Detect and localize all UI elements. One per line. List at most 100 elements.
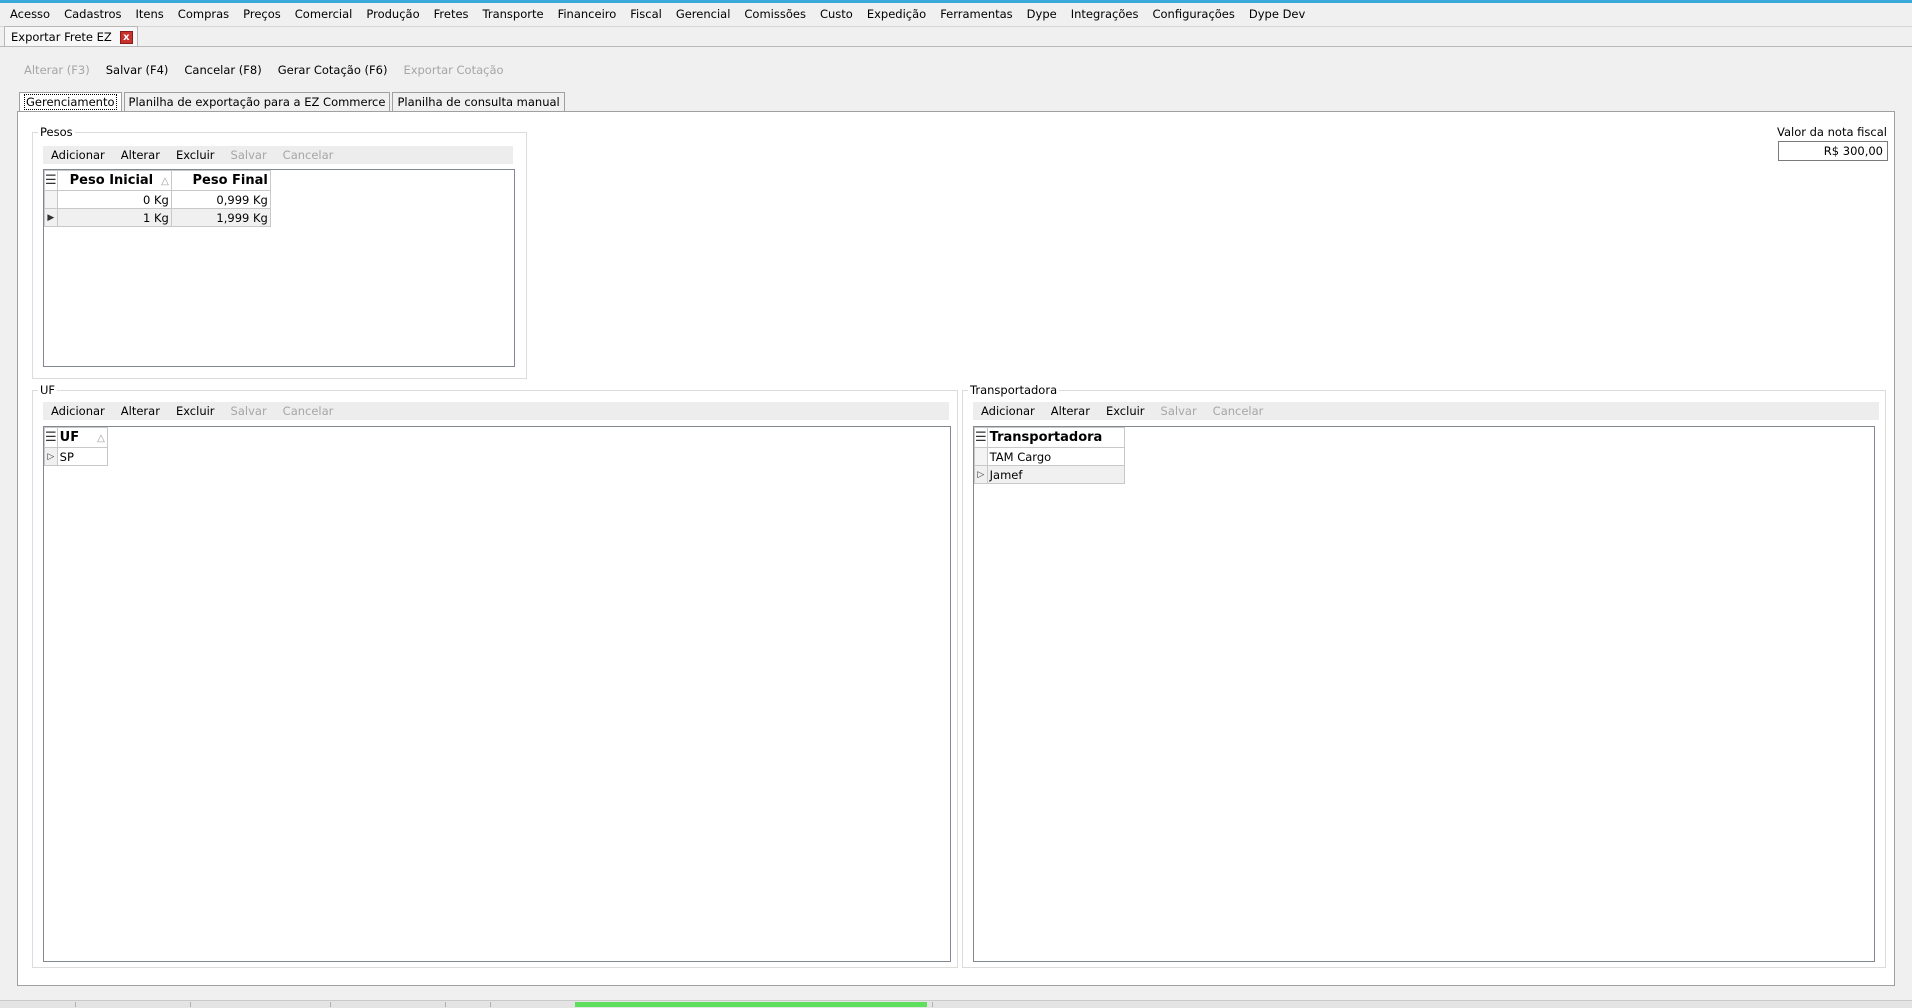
row-indicator: [44, 190, 58, 209]
menu-acesso[interactable]: Acesso: [3, 4, 57, 24]
menu-dype[interactable]: Dype: [1020, 4, 1064, 24]
transportadora-cancelar-button[interactable]: Cancelar: [1205, 402, 1272, 420]
tab-planilha-consulta[interactable]: Planilha de consulta manual: [392, 92, 565, 111]
menu-expedicao[interactable]: Expedição: [860, 4, 933, 24]
gerenciamento-panel: Pesos Adicionar Alterar Excluir Salvar C…: [17, 111, 1895, 986]
menu-gerencial[interactable]: Gerencial: [669, 4, 738, 24]
peso-inicial-header-label: Peso Inicial: [69, 173, 154, 188]
menu-transporte[interactable]: Transporte: [476, 4, 551, 24]
tab-gerenciamento-label: Gerenciamento: [24, 94, 117, 110]
menu-configuracoes[interactable]: Configurações: [1145, 4, 1241, 24]
document-tab-divider: [0, 46, 1912, 47]
menu-comercial[interactable]: Comercial: [288, 4, 360, 24]
grid-options-icon[interactable]: ☰: [44, 170, 58, 191]
valor-nota-fiscal-label: Valor da nota fiscal: [1777, 125, 1887, 139]
pesos-title: Pesos: [38, 124, 75, 140]
transportadora-alterar-button[interactable]: Alterar: [1043, 402, 1098, 420]
exportar-cotacao-button[interactable]: Exportar Cotação: [395, 61, 511, 79]
pesos-subbar: Adicionar Alterar Excluir Salvar Cancela…: [43, 146, 513, 164]
uf-adicionar-button[interactable]: Adicionar: [43, 402, 113, 420]
column-header-uf[interactable]: UF △: [56, 427, 108, 448]
document-tab-exportar-frete[interactable]: Exportar Frete EZ x: [4, 26, 138, 47]
window-top-strip: [0, 0, 1912, 3]
table-row[interactable]: ▶ 1 Kg 1,999 Kg: [44, 208, 271, 227]
status-segment: [75, 1002, 76, 1007]
transportadora-adicionar-button[interactable]: Adicionar: [973, 402, 1043, 420]
salvar-button[interactable]: Salvar (F4): [98, 61, 177, 79]
status-segment: [190, 1002, 191, 1007]
transportadora-excluir-button[interactable]: Excluir: [1098, 402, 1153, 420]
peso-final-cell[interactable]: 1,999 Kg: [170, 208, 271, 227]
sort-ascending-icon: △: [97, 433, 105, 444]
alterar-button[interactable]: Alterar (F3): [16, 61, 98, 79]
uf-excluir-button[interactable]: Excluir: [168, 402, 223, 420]
table-row[interactable]: TAM Cargo: [974, 447, 1125, 466]
transportadora-group: Transportadora Adicionar Alterar Excluir…: [962, 382, 1886, 968]
table-row[interactable]: ▷ SP: [44, 447, 108, 466]
menu-fiscal[interactable]: Fiscal: [623, 4, 669, 24]
uf-cell[interactable]: SP: [56, 447, 108, 466]
grid-options-icon[interactable]: ☰: [974, 427, 988, 448]
transportadora-subbar: Adicionar Alterar Excluir Salvar Cancela…: [973, 402, 1879, 420]
transportadora-cell[interactable]: Jamef: [986, 465, 1125, 484]
pesos-salvar-button[interactable]: Salvar: [223, 146, 275, 164]
menu-financeiro[interactable]: Financeiro: [551, 4, 624, 24]
pesos-alterar-button[interactable]: Alterar: [113, 146, 168, 164]
column-header-peso-final[interactable]: Peso Final: [170, 170, 271, 191]
menu-dype-dev[interactable]: Dype Dev: [1242, 4, 1312, 24]
menu-precos[interactable]: Preços: [236, 4, 288, 24]
transportadora-title: Transportadora: [968, 382, 1060, 398]
gerar-cotacao-button[interactable]: Gerar Cotação (F6): [270, 61, 396, 79]
uf-header-label: UF: [59, 430, 80, 445]
close-icon[interactable]: x: [119, 30, 133, 44]
cancelar-button[interactable]: Cancelar (F8): [176, 61, 269, 79]
transportadora-grid[interactable]: ☰ Transportadora TAM Cargo ▷ Jamef: [973, 426, 1875, 962]
uf-salvar-button[interactable]: Salvar: [223, 402, 275, 420]
column-header-peso-inicial[interactable]: Peso Inicial △: [56, 170, 172, 191]
uf-title: UF: [38, 382, 58, 398]
menu-custo[interactable]: Custo: [813, 4, 860, 24]
tab-planilha-exportacao[interactable]: Planilha de exportação para a EZ Commerc…: [123, 92, 391, 111]
pesos-adicionar-button[interactable]: Adicionar: [43, 146, 113, 164]
transportadora-table: ☰ Transportadora TAM Cargo ▷ Jamef: [974, 427, 1125, 484]
current-row-icon: ▶: [44, 208, 58, 227]
menu-itens[interactable]: Itens: [129, 4, 171, 24]
valor-nota-fiscal-field[interactable]: R$ 300,00: [1778, 141, 1888, 161]
transportadora-salvar-button[interactable]: Salvar: [1153, 402, 1205, 420]
peso-inicial-cell[interactable]: 0 Kg: [56, 190, 172, 209]
table-row[interactable]: ▷ Jamef: [974, 465, 1125, 484]
status-segment: [932, 1002, 933, 1007]
progress-bar: [575, 1002, 927, 1007]
column-header-transportadora[interactable]: Transportadora: [986, 427, 1125, 448]
menu-comissoes[interactable]: Comissões: [737, 4, 813, 24]
sort-ascending-icon: △: [161, 176, 169, 187]
current-row-icon: ▷: [974, 465, 988, 484]
menu-compras[interactable]: Compras: [171, 4, 236, 24]
menu-cadastros[interactable]: Cadastros: [57, 4, 128, 24]
status-segment: [445, 1002, 446, 1007]
peso-final-cell[interactable]: 0,999 Kg: [170, 190, 271, 209]
pesos-table: ☰ Peso Inicial △ Peso Final 0 Kg 0,999 Kg…: [44, 170, 271, 227]
menu-producao[interactable]: Produção: [359, 4, 426, 24]
transportadora-cell[interactable]: TAM Cargo: [986, 447, 1125, 466]
menu-integracoes[interactable]: Integrações: [1064, 4, 1146, 24]
status-segment: [490, 1002, 491, 1007]
peso-inicial-cell[interactable]: 1 Kg: [56, 208, 172, 227]
grid-options-icon[interactable]: ☰: [44, 427, 58, 448]
pesos-grid[interactable]: ☰ Peso Inicial △ Peso Final 0 Kg 0,999 Kg…: [43, 169, 515, 367]
status-segment: [330, 1002, 331, 1007]
tab-strip: Gerenciamento Planilha de exportação par…: [19, 92, 567, 112]
uf-group: UF Adicionar Alterar Excluir Salvar Canc…: [32, 382, 958, 968]
uf-table: ☰ UF △ ▷ SP: [44, 427, 108, 466]
pesos-excluir-button[interactable]: Excluir: [168, 146, 223, 164]
pesos-group: Pesos Adicionar Alterar Excluir Salvar C…: [32, 124, 527, 379]
menu-fretes[interactable]: Fretes: [427, 4, 476, 24]
menu-ferramentas[interactable]: Ferramentas: [933, 4, 1019, 24]
uf-alterar-button[interactable]: Alterar: [113, 402, 168, 420]
pesos-cancelar-button[interactable]: Cancelar: [275, 146, 342, 164]
tab-gerenciamento[interactable]: Gerenciamento: [19, 92, 122, 112]
current-row-icon: ▷: [44, 447, 58, 466]
table-row[interactable]: 0 Kg 0,999 Kg: [44, 190, 271, 209]
uf-cancelar-button[interactable]: Cancelar: [275, 402, 342, 420]
uf-grid[interactable]: ☰ UF △ ▷ SP: [43, 426, 951, 962]
